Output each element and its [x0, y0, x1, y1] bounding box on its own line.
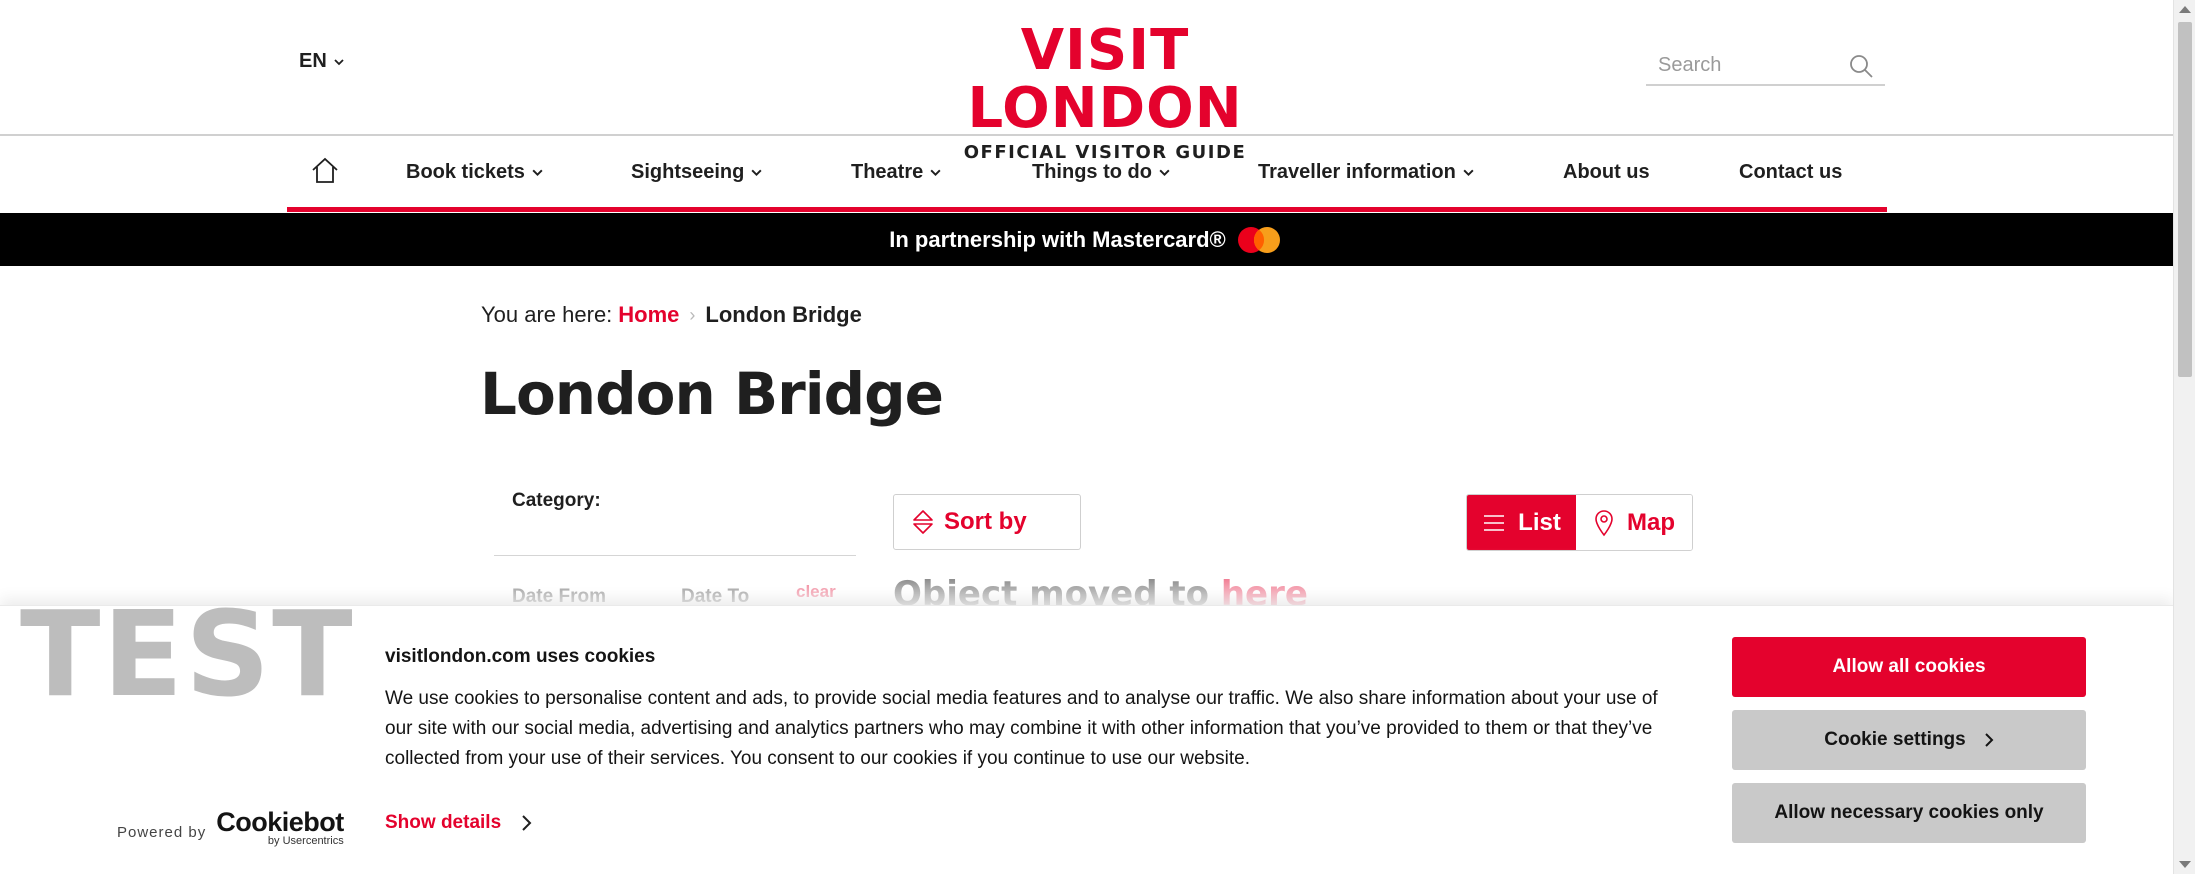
page-title: London Bridge: [480, 360, 944, 428]
breadcrumb-prefix: You are here:: [481, 302, 613, 327]
cookie-title: visitlondon.com uses cookies: [385, 646, 656, 667]
partnership-text: In partnership with Mastercard®: [889, 226, 1226, 252]
logo-title: VISIT LONDON: [967, 18, 1243, 141]
breadcrumb: You are here: Home › London Bridge: [481, 302, 862, 328]
chevron-down-icon: [1463, 169, 1474, 176]
filter-divider: [494, 555, 856, 556]
breadcrumb-separator-icon: ›: [689, 304, 696, 325]
chevron-down-icon: [930, 169, 941, 176]
cookie-settings-button[interactable]: Cookie settings: [1732, 710, 2086, 770]
show-details-label: Show details: [385, 812, 502, 833]
sort-by-label: Sort by: [944, 508, 1027, 535]
breadcrumb-home-link[interactable]: Home: [618, 302, 679, 328]
partnership-banner[interactable]: In partnership with Mastercard®: [0, 213, 2173, 266]
nav-contact-us[interactable]: Contact us: [1739, 137, 1842, 207]
category-filter-label[interactable]: Category:: [512, 490, 601, 512]
cookiebot-logo: Cookiebot by Usercentrics: [216, 808, 344, 847]
chevron-down-icon: [532, 169, 543, 176]
chevron-right-icon: [522, 815, 532, 831]
chevron-down-icon: [334, 58, 344, 65]
allow-necessary-cookies-button[interactable]: Allow necessary cookies only: [1732, 783, 2086, 843]
allow-all-label: Allow all cookies: [1832, 656, 1986, 677]
page-scrollbar[interactable]: [2173, 0, 2195, 874]
map-pin-icon: [1595, 509, 1613, 536]
language-label: EN: [299, 50, 327, 72]
search-icon[interactable]: [1847, 52, 1875, 80]
nav-about-us[interactable]: About us: [1563, 137, 1650, 207]
powered-by-label: Powered by: [117, 824, 207, 841]
clear-dates-link[interactable]: clear: [796, 582, 836, 602]
list-view-label: List: [1518, 508, 1561, 536]
cookiebot-name: Cookiebot: [216, 807, 344, 837]
nav-theatre[interactable]: Theatre: [851, 137, 942, 207]
nav-label: Contact us: [1739, 160, 1843, 183]
cookie-consent-banner: TEST visitlondon.com uses cookies We use…: [0, 594, 2173, 874]
chevron-right-icon: [1985, 733, 1994, 747]
view-toggle: List Map: [1466, 494, 1693, 551]
cookie-settings-label: Cookie settings: [1824, 729, 1966, 750]
map-view-label: Map: [1627, 508, 1675, 536]
nav-traveller-information[interactable]: Traveller information: [1258, 137, 1475, 207]
list-view-button[interactable]: List: [1467, 495, 1576, 550]
main-navigation: Book tickets Sightseeing Theatre Things …: [287, 137, 1887, 212]
chevron-down-icon: [751, 169, 762, 176]
sort-icon: [913, 510, 933, 534]
search-input[interactable]: [1646, 53, 1836, 77]
home-icon[interactable]: [309, 155, 341, 187]
nav-label: Theatre: [851, 160, 924, 183]
scroll-down-arrow-icon[interactable]: [2179, 861, 2191, 868]
cookiebot-by: by Usercentrics: [267, 835, 344, 847]
breadcrumb-current: London Bridge: [705, 302, 862, 327]
search-box: [1646, 46, 1885, 86]
cookiebot-branding[interactable]: Powered by Cookiebot by Usercentrics: [117, 808, 344, 847]
allow-all-cookies-button[interactable]: Allow all cookies: [1732, 637, 2086, 697]
list-icon: [1484, 514, 1505, 531]
language-selector[interactable]: EN: [299, 50, 345, 73]
scroll-up-arrow-icon[interactable]: [2179, 6, 2191, 13]
chevron-down-icon: [1159, 169, 1170, 176]
nav-label: Traveller information: [1258, 160, 1456, 183]
nav-book-tickets[interactable]: Book tickets: [406, 137, 544, 207]
map-view-button[interactable]: Map: [1576, 495, 1692, 550]
nav-label: About us: [1563, 160, 1650, 183]
mastercard-logo-icon: [1237, 226, 1280, 253]
test-watermark: TEST: [20, 585, 355, 723]
allow-necessary-label: Allow necessary cookies only: [1774, 802, 2044, 823]
site-header: EN VISIT LONDON OFFICIAL VISITOR GUIDE: [0, 0, 2173, 163]
nav-things-to-do[interactable]: Things to do: [1032, 137, 1171, 207]
nav-label: Sightseeing: [631, 160, 745, 183]
sort-by-button[interactable]: Sort by: [893, 494, 1081, 550]
show-details-link[interactable]: Show details: [385, 812, 533, 834]
scrollbar-thumb[interactable]: [2178, 22, 2192, 377]
nav-label: Book tickets: [406, 160, 525, 183]
cookie-description: We use cookies to personalise content an…: [385, 688, 1658, 769]
nav-sightseeing[interactable]: Sightseeing: [631, 137, 763, 207]
nav-label: Things to do: [1032, 160, 1152, 183]
